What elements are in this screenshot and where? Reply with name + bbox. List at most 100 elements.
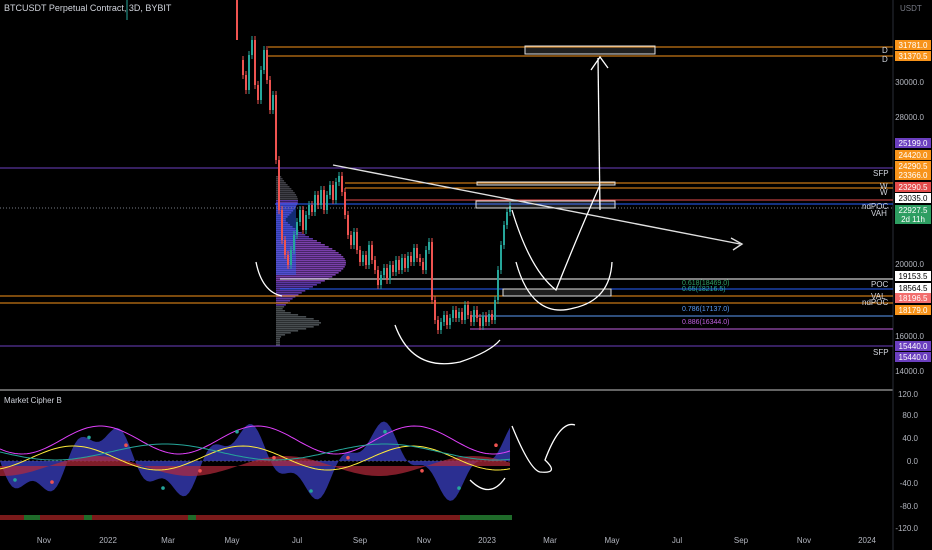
time-tick-label: 2022 [99,536,117,545]
trend-bar [68,515,72,520]
drawn-rectangle[interactable] [502,288,612,297]
candle-body [347,215,349,235]
trend-bar [468,515,472,520]
time-axis[interactable]: Nov 2022 Mar May Jul Sep Nov 2023 Mar May Jul Sep No… [37,536,877,545]
trading-chart[interactable]: 30000.028000.020000.018000.016000.014000… [0,0,932,550]
level-label-w2: W [880,188,888,197]
volume-profile-bar [276,276,333,278]
price-badge-label: 18564.5 [899,284,928,293]
signal-dot [124,443,128,448]
volume-profile-bar [276,308,283,310]
level-label-poc: POC [871,280,889,289]
trend-bar [328,515,332,520]
indicator-title[interactable]: Market Cipher B [4,396,62,405]
trend-bar [76,515,80,520]
trend-bar [444,515,448,520]
trend-bar [316,515,320,520]
signal-dot [13,478,17,482]
hand-drawn-projection[interactable] [590,55,609,71]
market-cipher-b [0,421,512,520]
drawn-rectangle[interactable] [476,181,616,186]
candle-body [458,312,460,318]
candle-body [398,260,400,270]
trend-bar [456,515,460,520]
signal-dot [198,469,202,473]
candle-body [464,305,466,320]
candle-body [359,250,361,262]
candle-body [257,85,259,100]
signal-dot [383,429,387,434]
volume-profile-bar [276,326,314,328]
trend-bar [212,515,216,520]
trend-bar [360,515,364,520]
drawings[interactable] [255,45,744,491]
time-tick-label: Sep [734,536,749,545]
symbol-title[interactable]: BTCUSDT Perpetual Contract, 3D, BYBIT [4,3,171,13]
candle-body [254,40,256,85]
trend-bar [448,515,452,520]
trend-bar [104,515,108,520]
trend-bar [176,515,180,520]
signal-dot [346,455,350,460]
indicator-tick-label: 80.0 [902,411,918,420]
trend-bar [48,515,52,520]
candle-body [452,310,454,318]
trend-bar [332,515,336,520]
trend-bar [136,515,140,520]
hand-drawn-projection[interactable] [511,423,576,473]
volume-profile-bar [276,300,291,302]
trend-bar [120,515,124,520]
price-badge-label: 23366.0 [899,171,928,180]
level-label-vah: VAH [871,209,887,218]
candle-body [317,195,319,205]
hand-drawn-projection[interactable] [394,324,501,365]
volume-profile-bar [276,336,282,338]
candle-body [392,265,394,272]
price-badge-label: 25199.0 [899,139,928,148]
trend-bar [352,515,356,520]
trend-bar [488,515,492,520]
chart-area[interactable]: 30000.028000.020000.018000.016000.014000… [0,0,932,550]
hand-drawn-curve[interactable] [469,477,506,491]
candle-body [251,40,253,55]
horizontal-levels[interactable] [0,46,893,347]
price-badge-label: 22927.5 [899,206,928,215]
trend-bar [248,515,252,520]
candle-body [314,195,316,212]
candle-body [311,205,313,212]
trend-bar [80,515,84,520]
trend-bar [324,515,328,520]
candle-body [485,316,487,322]
price-axis[interactable]: 30000.028000.020000.018000.016000.014000… [895,40,931,533]
candle-body [263,50,265,70]
candle-body [353,232,355,245]
trend-bar [388,515,392,520]
trend-bar [32,515,36,520]
trend-bar [300,515,304,520]
trend-bar [188,515,192,520]
price-badge-label: 24420.0 [899,151,928,160]
volume-profile-bar [276,340,280,342]
trend-bar [396,515,400,520]
price-badge-label: 31370.5 [899,52,928,61]
volume-profile-bar [276,314,299,316]
trend-bar [252,515,256,520]
candle-body [332,185,334,200]
time-tick-label: Nov [37,536,51,545]
trend-bar [172,515,176,520]
time-tick-label: 2024 [858,536,876,545]
candle-body [293,235,295,250]
trend-bar [128,515,132,520]
candle-body [269,80,271,110]
candle-body [272,95,274,110]
candle-body [380,275,382,285]
volume-profile-bar [276,324,320,326]
trend-bar [36,515,40,520]
drawn-rectangle[interactable] [524,45,656,55]
level-label-sfp-bottom: SFP [873,348,889,357]
trend-bar [296,515,300,520]
candle-body [305,215,307,230]
volume-profile-bar [276,338,280,340]
candle-body [278,160,280,210]
candle-body [335,182,337,200]
